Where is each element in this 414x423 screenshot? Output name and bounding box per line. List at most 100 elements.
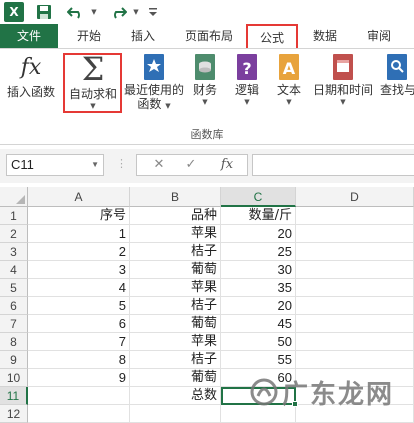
cell-d4[interactable] [296, 261, 414, 279]
formula-bar: C11 ▼ ⋮ ✕ ✓ fx [0, 149, 414, 183]
row-header-11[interactable]: 11 [0, 387, 28, 405]
insert-function-fx-icon[interactable]: fx [213, 155, 241, 175]
cell-d2[interactable] [296, 225, 414, 243]
cell-b3[interactable]: 桔子 [130, 243, 221, 261]
cell-d7[interactable] [296, 315, 414, 333]
cell-b1[interactable]: 品种 [130, 207, 221, 225]
logical-button[interactable]: ? 逻辑 ▼ [230, 53, 264, 106]
cell-a7[interactable]: 6 [28, 315, 130, 333]
column-header-d[interactable]: D [296, 187, 414, 207]
row-header-1[interactable]: 1 [0, 207, 28, 225]
redo-dropdown-icon[interactable]: ▼ [130, 2, 142, 22]
cell-c9[interactable]: 55 [221, 351, 296, 369]
row-header-4[interactable]: 4 [0, 261, 28, 279]
lookup-reference-label: 查找与 [380, 83, 414, 97]
select-all-corner[interactable] [0, 187, 28, 207]
calendar-book-icon [330, 53, 356, 81]
cell-c4[interactable]: 30 [221, 261, 296, 279]
tab-insert[interactable]: 插入 [120, 24, 166, 48]
insert-function-label: 插入函数 [6, 85, 55, 99]
cancel-icon[interactable]: ✕ [145, 155, 173, 175]
name-box[interactable]: C11 ▼ [6, 154, 104, 176]
date-time-button[interactable]: 日期和时间 ▼ [310, 53, 376, 106]
name-box-dropdown-icon[interactable]: ▼ [91, 155, 99, 175]
cell-a3[interactable]: 2 [28, 243, 130, 261]
cell-b10[interactable]: 葡萄 [130, 369, 221, 387]
row-header-12[interactable]: 12 [0, 405, 28, 423]
name-box-value: C11 [11, 157, 34, 172]
cell-a12[interactable] [28, 405, 130, 423]
tab-review[interactable]: 审阅 [356, 24, 402, 48]
column-header-c[interactable]: C [221, 187, 296, 207]
cell-a1[interactable]: 序号 [28, 207, 130, 225]
cell-b5[interactable]: 苹果 [130, 279, 221, 297]
cell-c6[interactable]: 20 [221, 297, 296, 315]
customize-toolbar-icon[interactable] [146, 2, 160, 22]
column-header-b[interactable]: B [130, 187, 221, 207]
undo-dropdown-icon[interactable]: ▼ [88, 2, 100, 22]
cell-a2[interactable]: 1 [28, 225, 130, 243]
cell-a5[interactable]: 4 [28, 279, 130, 297]
cell-d6[interactable] [296, 297, 414, 315]
logical-dropdown-icon[interactable]: ▼ [230, 98, 264, 106]
row-header-8[interactable]: 8 [0, 333, 28, 351]
text-functions-dropdown-icon[interactable]: ▼ [272, 98, 306, 106]
question-book-icon: ? [234, 53, 260, 81]
cell-c1[interactable]: 数量/斤 [221, 207, 296, 225]
fx-icon: fx [20, 55, 42, 80]
cell-c2[interactable]: 20 [221, 225, 296, 243]
cell-a10[interactable]: 9 [28, 369, 130, 387]
cell-c8[interactable]: 50 [221, 333, 296, 351]
cell-b4[interactable]: 葡萄 [130, 261, 221, 279]
enter-check-icon[interactable]: ✓ [177, 155, 205, 175]
formula-input[interactable] [252, 154, 414, 176]
cell-b9[interactable]: 桔子 [130, 351, 221, 369]
row-header-6[interactable]: 6 [0, 297, 28, 315]
cell-c3[interactable]: 25 [221, 243, 296, 261]
tab-home[interactable]: 开始 [66, 24, 112, 48]
cell-a4[interactable]: 3 [28, 261, 130, 279]
row-header-5[interactable]: 5 [0, 279, 28, 297]
column-header-a[interactable]: A [28, 187, 130, 207]
save-icon[interactable] [34, 2, 54, 22]
cell-b2[interactable]: 苹果 [130, 225, 221, 243]
date-time-dropdown-icon[interactable]: ▼ [310, 98, 376, 106]
insert-function-button[interactable]: fx 插入函数 [4, 53, 58, 100]
cell-d8[interactable] [296, 333, 414, 351]
row-header-7[interactable]: 7 [0, 315, 28, 333]
tab-data[interactable]: 数据 [302, 24, 348, 48]
cell-b6[interactable]: 桔子 [130, 297, 221, 315]
cell-d1[interactable] [296, 207, 414, 225]
row-header-10[interactable]: 10 [0, 369, 28, 387]
cell-b11[interactable]: 总数 [130, 387, 221, 405]
cell-a8[interactable]: 7 [28, 333, 130, 351]
text-functions-button[interactable]: A 文本 ▼ [272, 53, 306, 106]
row-header-3[interactable]: 3 [0, 243, 28, 261]
cell-d5[interactable] [296, 279, 414, 297]
row-header-2[interactable]: 2 [0, 225, 28, 243]
cell-c7[interactable]: 45 [221, 315, 296, 333]
cell-b7[interactable]: 葡萄 [130, 315, 221, 333]
redo-icon[interactable] [106, 2, 130, 22]
financial-button[interactable]: 财务 ▼ [188, 53, 222, 106]
cell-a6[interactable]: 5 [28, 297, 130, 315]
tab-formulas[interactable]: 公式 [246, 24, 298, 48]
logical-label: 逻辑 [234, 83, 259, 97]
tab-page-layout[interactable]: 页面布局 [174, 24, 244, 48]
watermark-text: 广东龙网 [282, 379, 395, 410]
cell-b12[interactable] [130, 405, 221, 423]
recently-used-button[interactable]: 最近使用的 函数 ▼ [124, 53, 184, 111]
formula-bar-grip-icon: ⋮ [116, 157, 127, 170]
cell-a9[interactable]: 8 [28, 351, 130, 369]
lookup-reference-button[interactable]: 查找与 [380, 53, 414, 98]
undo-icon[interactable] [64, 2, 88, 22]
cell-d3[interactable] [296, 243, 414, 261]
row-header-9[interactable]: 9 [0, 351, 28, 369]
cell-d9[interactable] [296, 351, 414, 369]
tab-file[interactable]: 文件 [0, 24, 58, 48]
financial-dropdown-icon[interactable]: ▼ [188, 98, 222, 106]
cell-a11[interactable] [28, 387, 130, 405]
cell-b8[interactable]: 苹果 [130, 333, 221, 351]
cell-c5[interactable]: 35 [221, 279, 296, 297]
star-book-icon [141, 53, 167, 81]
